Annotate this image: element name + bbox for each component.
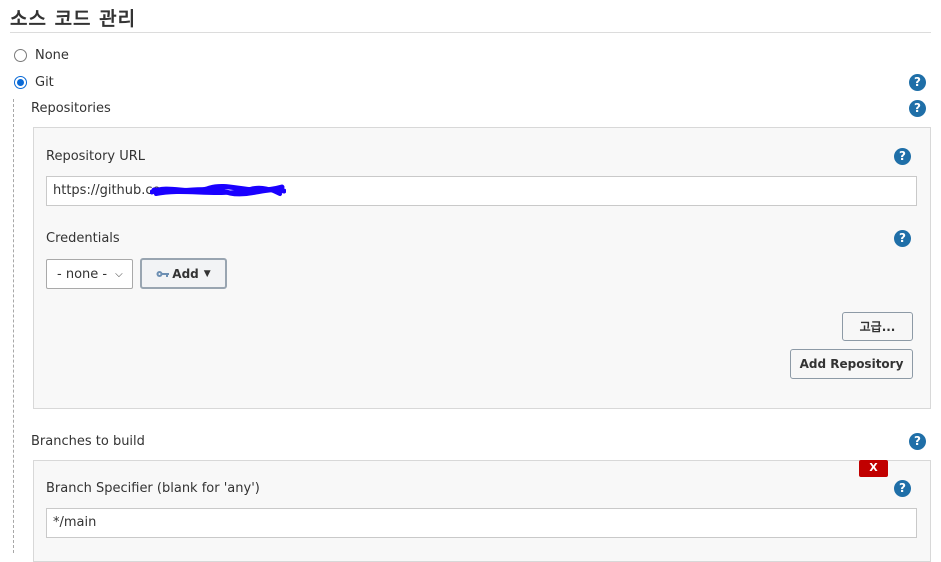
- repositories-heading: Repositories: [31, 101, 111, 116]
- scm-option-none-label: None: [35, 48, 69, 63]
- credentials-selected-value: - none -: [57, 266, 108, 282]
- branch-specifier-value: */main: [53, 515, 97, 530]
- credentials-select[interactable]: - none - ⌵: [46, 259, 133, 289]
- scm-option-git[interactable]: Git: [14, 75, 54, 90]
- add-repository-button-label: Add Repository: [799, 357, 904, 371]
- caret-down-icon: ▼: [203, 268, 211, 279]
- git-section-guide: [13, 99, 14, 553]
- radio-none[interactable]: [14, 49, 27, 62]
- scm-option-none[interactable]: None: [14, 48, 69, 63]
- title-divider: [10, 32, 931, 33]
- git-help-icon[interactable]: ?: [909, 74, 926, 91]
- repository-url-help-icon[interactable]: ?: [894, 148, 911, 165]
- redaction-scribble: [150, 183, 286, 197]
- branch-specifier-input[interactable]: */main: [46, 508, 917, 538]
- delete-branch-button[interactable]: X: [859, 460, 888, 477]
- advanced-button[interactable]: 고급...: [842, 312, 913, 341]
- add-credentials-button[interactable]: Add ▼: [140, 258, 227, 289]
- repositories-help-icon[interactable]: ?: [909, 100, 926, 117]
- add-repository-button[interactable]: Add Repository: [790, 349, 913, 379]
- branches-help-icon[interactable]: ?: [909, 433, 926, 450]
- branch-specifier-label: Branch Specifier (blank for 'any'): [46, 481, 260, 496]
- credentials-label: Credentials: [46, 231, 120, 246]
- branch-specifier-help-icon[interactable]: ?: [894, 480, 911, 497]
- scm-option-git-label: Git: [35, 75, 54, 90]
- section-title: 소스 코드 관리: [10, 8, 137, 30]
- key-icon: [156, 270, 170, 277]
- add-credentials-label: Add: [172, 266, 199, 281]
- branches-heading: Branches to build: [31, 434, 145, 449]
- advanced-button-label: 고급...: [859, 320, 896, 334]
- radio-git[interactable]: [14, 76, 27, 89]
- chevron-down-icon: ⌵: [115, 268, 123, 280]
- credentials-help-icon[interactable]: ?: [894, 230, 911, 247]
- repository-url-value: https://github.co: [53, 183, 161, 198]
- repository-url-label: Repository URL: [46, 149, 146, 164]
